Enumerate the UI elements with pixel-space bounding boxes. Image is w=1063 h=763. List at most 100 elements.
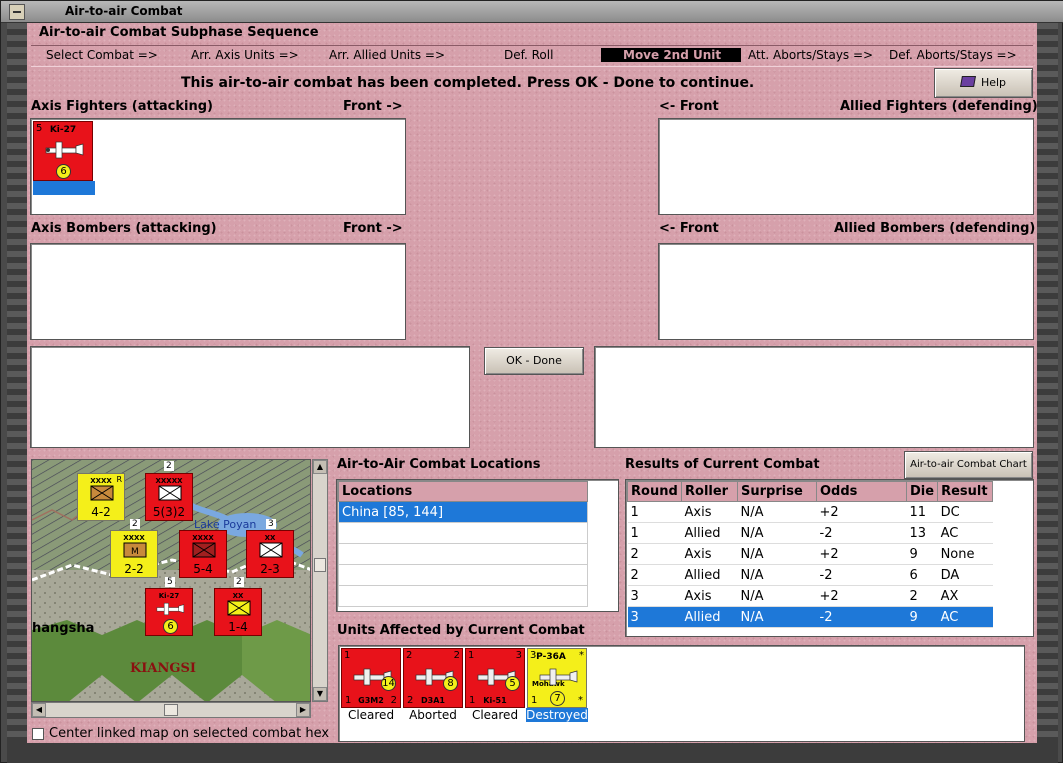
center-map-checkbox[interactable] xyxy=(32,728,44,740)
map-unit-ki27[interactable]: Ki-27 6 xyxy=(145,588,193,636)
result-cell: -2 xyxy=(816,606,907,628)
result-cell: AC xyxy=(937,606,993,628)
axis-fighters-box[interactable]: 5 Ki-27 6 xyxy=(30,118,406,215)
scroll-up-icon[interactable]: ▲ xyxy=(313,460,327,474)
affected-unit-counter[interactable]: 3 * P-36A Mohawk 1 * 7 xyxy=(527,648,587,708)
map-unit-red-5-4[interactable]: XXXX 5-4 xyxy=(179,530,227,578)
mech-symbol-icon: M xyxy=(123,542,147,558)
scroll-right-icon[interactable]: ▶ xyxy=(296,703,310,717)
map-unit-size: XXXXX xyxy=(155,477,183,485)
fighter-plane-icon xyxy=(45,141,84,159)
result-cell: -2 xyxy=(816,564,907,586)
seq-step-def-roll: Def. Roll xyxy=(504,48,554,62)
map-unit-stack-count: 5 xyxy=(165,577,175,587)
allied-fighters-front-label: <- Front xyxy=(659,99,719,114)
affected-unit-counter[interactable]: 1 G3M2 1 2 14 xyxy=(341,648,401,708)
result-row[interactable]: 1 Allied N/A -2 13 AC xyxy=(627,522,993,544)
map-unit-yellow-2-2[interactable]: XXXX M 2-2 xyxy=(110,530,158,578)
unit-factor: 5 xyxy=(505,676,520,691)
linked-map[interactable]: hangsha KIANGSI Lake Poyan XXXX R 4-2 XX… xyxy=(31,459,311,702)
result-cell: Axis xyxy=(681,543,738,565)
allied-bombers-box[interactable] xyxy=(658,243,1034,340)
scroll-left-icon[interactable]: ◀ xyxy=(32,703,46,717)
empty-location-cell xyxy=(338,522,588,544)
map-unit-yellow-4-2[interactable]: XXXX R 4-2 xyxy=(77,473,125,521)
empty-location-cell xyxy=(338,543,588,565)
unit-bottom-left: 1 xyxy=(345,695,352,706)
locations-table: Locations China [85, 144] xyxy=(338,481,588,607)
fighter-plane-icon xyxy=(156,602,185,616)
allied-bombers-label: Allied Bombers (defending) xyxy=(834,221,1036,236)
col-die: Die xyxy=(905,481,939,502)
map-unit-name: Ki-27 xyxy=(158,592,180,600)
affected-unit-status: Destroyed xyxy=(526,708,588,722)
counter-factor: 6 xyxy=(56,164,71,179)
unit-top-left: 2 xyxy=(406,650,413,661)
locations-header: Locations xyxy=(338,481,588,502)
result-row[interactable]: 3 Allied N/A -2 9 AC xyxy=(627,606,993,628)
result-cell: 3 xyxy=(627,585,682,607)
seq-step-move-2nd-unit: Move 2nd Unit xyxy=(601,48,741,62)
infantry-symbol-icon xyxy=(192,542,216,558)
infantry-symbol-icon xyxy=(90,485,114,501)
map-vertical-thumb[interactable] xyxy=(314,558,326,572)
allied-fighters-label: Allied Fighters (defending) xyxy=(840,99,1038,114)
result-row[interactable]: 3 Axis N/A +2 2 AX xyxy=(627,585,993,607)
axis-fighters-label: Axis Fighters (attacking) xyxy=(31,99,213,114)
map-unit-size: XX xyxy=(232,592,244,600)
scroll-down-icon[interactable]: ▼ xyxy=(313,687,327,701)
map-unit-red-2-3[interactable]: XX 2-3 xyxy=(246,530,294,578)
map-unit-red-1-4[interactable]: XX 1-4 xyxy=(214,588,262,636)
result-row[interactable]: 2 Allied N/A -2 6 DA xyxy=(627,564,993,586)
affected-title: Units Affected by Current Combat xyxy=(337,623,585,638)
affected-unit-counter[interactable]: 2 2 D3A1 2 8 xyxy=(403,648,463,708)
axis-bombers-box[interactable] xyxy=(30,243,406,340)
empty-location-cell xyxy=(338,564,588,586)
result-cell: Allied xyxy=(681,564,738,586)
col-odds: Odds xyxy=(816,481,907,502)
help-button-label: Help xyxy=(980,76,1007,89)
axis-fighter-counter[interactable]: 5 Ki-27 6 xyxy=(33,121,93,181)
ok-done-button[interactable]: OK - Done xyxy=(484,347,584,375)
result-cell: Allied xyxy=(681,606,738,628)
seq-step-arr-axis: Arr. Axis Units => xyxy=(191,48,299,62)
map-horizontal-scrollbar[interactable]: ◀ ▶ xyxy=(31,702,311,718)
window-menu-icon[interactable] xyxy=(9,4,25,20)
location-row[interactable]: China [85, 144] xyxy=(338,501,588,523)
col-round: Round xyxy=(627,481,682,502)
map-unit-stack-count: 2 xyxy=(164,461,174,471)
result-cell: 13 xyxy=(906,522,938,544)
result-cell: AC xyxy=(937,522,993,544)
results-table: Round Roller Surprise Odds Die Result 1A… xyxy=(627,481,994,628)
result-cell: +2 xyxy=(816,585,907,607)
result-cell: +2 xyxy=(816,543,907,565)
map-unit-size: XXXX xyxy=(192,534,214,542)
affected-unit-counter[interactable]: 1 3 Ki-51 1 5 xyxy=(465,648,525,708)
unit-factor: 14 xyxy=(381,676,396,691)
locations-title: Air-to-Air Combat Locations xyxy=(337,457,541,472)
map-unit-size: XXXX xyxy=(123,534,145,542)
map-horizontal-thumb[interactable] xyxy=(164,704,178,716)
help-button[interactable]: Help xyxy=(934,68,1033,98)
result-row[interactable]: 1 Axis N/A +2 11 DC xyxy=(627,501,993,523)
window-frame-left xyxy=(7,23,27,758)
allied-fighters-box[interactable] xyxy=(658,118,1034,215)
allied-info-box xyxy=(594,346,1034,448)
result-cell: N/A xyxy=(737,606,817,628)
map-unit-red-5-3-2[interactable]: XXXXX 5(3)2 xyxy=(145,473,193,521)
map-city-label: hangsha xyxy=(32,621,94,636)
infantry-symbol-icon xyxy=(259,542,283,558)
result-cell: 2 xyxy=(906,585,938,607)
title-bar[interactable]: Air-to-air Combat xyxy=(1,1,1063,23)
unit-name: D3A1 xyxy=(421,696,445,705)
seq-step-arr-allied: Arr. Allied Units => xyxy=(329,48,446,62)
help-book-icon xyxy=(959,76,976,87)
unit-name: P-36A xyxy=(536,652,566,662)
map-vertical-scrollbar[interactable]: ▲ ▼ xyxy=(312,459,328,702)
map-unit-size: XX xyxy=(264,534,276,542)
allied-bombers-front-label: <- Front xyxy=(659,221,719,236)
combat-chart-button[interactable]: Air-to-air Combat Chart xyxy=(904,451,1033,479)
result-cell: AX xyxy=(937,585,993,607)
result-cell: +2 xyxy=(816,501,907,523)
result-row[interactable]: 2 Axis N/A +2 9 None xyxy=(627,543,993,565)
